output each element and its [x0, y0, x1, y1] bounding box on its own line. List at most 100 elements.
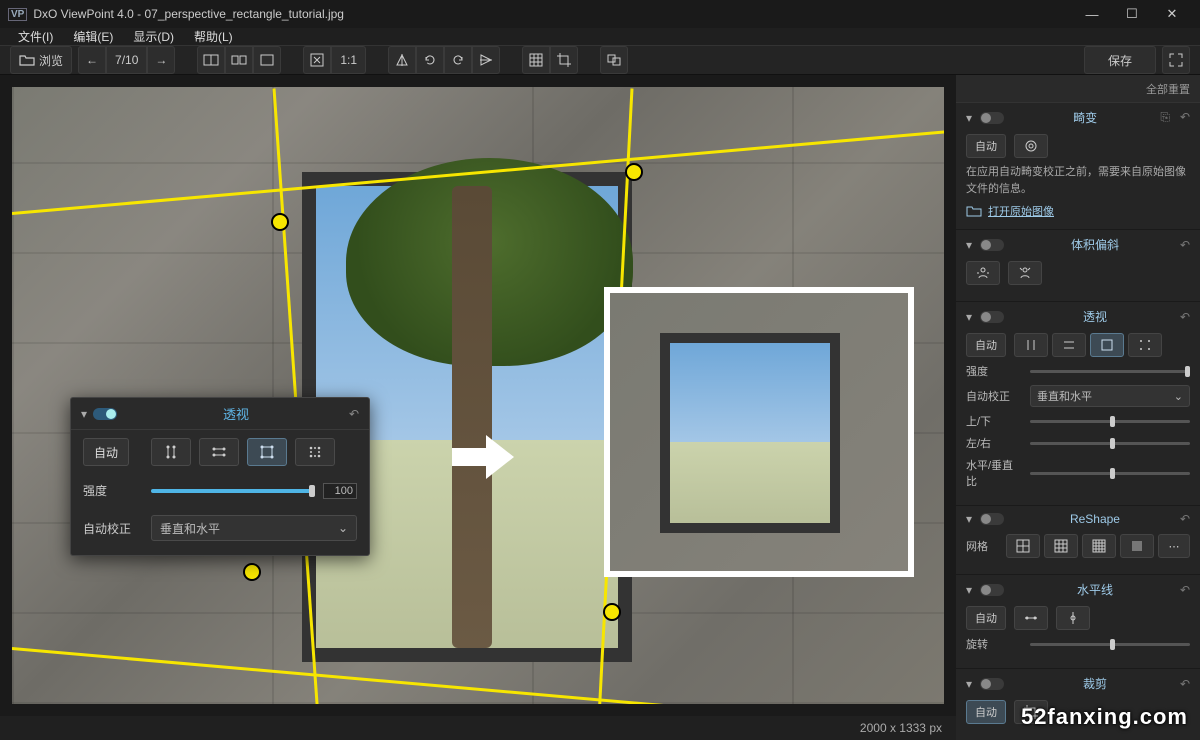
perspective-handle[interactable]	[271, 213, 289, 231]
flip-v-button[interactable]	[472, 46, 500, 74]
perspective-auto-button[interactable]: 自动	[966, 333, 1006, 357]
section-reshape: ▾ ReShape ↶ 网格 ⋯	[956, 506, 1200, 575]
distortion-auto-button[interactable]: 自动	[966, 134, 1006, 158]
chevron-down-icon[interactable]: ▾	[81, 407, 87, 421]
crop-overlay-button[interactable]	[550, 46, 578, 74]
intensity-slider[interactable]	[151, 489, 315, 493]
rotate-ccw-button[interactable]	[416, 46, 444, 74]
menu-help[interactable]: 帮助(L)	[184, 28, 243, 45]
fp-mode-horizontal[interactable]	[199, 438, 239, 466]
chevron-down-icon[interactable]: ▾	[966, 310, 980, 324]
horizon-v-button[interactable]	[1056, 606, 1090, 630]
rotate-cw-icon	[450, 52, 466, 68]
undo-icon[interactable]: ↶	[1180, 110, 1190, 125]
section-toggle[interactable]	[980, 311, 1004, 323]
perspective-handle[interactable]	[603, 603, 621, 621]
panel-toggle[interactable]	[93, 408, 117, 420]
intensity-value[interactable]: 100	[323, 483, 357, 499]
open-original-link[interactable]: 打开原始图像	[966, 203, 1190, 219]
distortion-manual-button[interactable]	[1014, 134, 1048, 158]
menu-edit[interactable]: 编辑(E)	[63, 28, 123, 45]
section-toggle[interactable]	[980, 678, 1004, 690]
app-logo: VP	[8, 8, 27, 21]
chevron-down-icon[interactable]: ▾	[966, 512, 980, 526]
grid-5x5[interactable]	[1082, 534, 1116, 558]
rotate-slider[interactable]	[1030, 643, 1190, 646]
ratio-slider[interactable]	[1030, 472, 1190, 475]
undo-icon[interactable]: ↶	[349, 407, 359, 421]
rotate-cw-button[interactable]	[444, 46, 472, 74]
fp-mode-8point[interactable]	[295, 438, 335, 466]
perspective-handle[interactable]	[625, 163, 643, 181]
image-canvas[interactable]: ▾ 透视 ↶ 自动 强度 100	[12, 87, 944, 704]
preview-image	[610, 293, 908, 571]
crop-auto-button[interactable]: 自动	[966, 700, 1006, 724]
chevron-down-icon[interactable]: ▾	[966, 583, 980, 597]
updown-slider[interactable]	[1030, 420, 1190, 423]
loupe-button[interactable]	[600, 46, 628, 74]
grid-3x3[interactable]	[1044, 534, 1078, 558]
leftright-slider[interactable]	[1030, 442, 1190, 445]
perspective-handle[interactable]	[243, 563, 261, 581]
menu-file[interactable]: 文件(I)	[8, 28, 63, 45]
undo-icon[interactable]: ↶	[1180, 583, 1190, 597]
browse-button[interactable]: 浏览	[10, 46, 72, 74]
copy-icon[interactable]: ⎘	[1160, 110, 1170, 125]
minimize-button[interactable]: ―	[1072, 0, 1112, 28]
fp-mode-vertical[interactable]	[151, 438, 191, 466]
chevron-down-icon[interactable]: ▾	[966, 677, 980, 691]
target-icon	[1023, 138, 1039, 154]
persp-mode-8pt[interactable]	[1128, 333, 1162, 357]
horizon-h-button[interactable]	[1014, 606, 1048, 630]
person-d-icon	[1017, 265, 1033, 281]
section-toggle[interactable]	[980, 584, 1004, 596]
grid-fill[interactable]	[1120, 534, 1154, 558]
chevron-down-icon[interactable]: ▾	[966, 238, 980, 252]
save-button[interactable]: 保存	[1084, 46, 1156, 74]
intensity-label: 强度	[83, 482, 143, 499]
section-toggle[interactable]	[980, 239, 1004, 251]
persp-mode-rect[interactable]	[1090, 333, 1124, 357]
zoom-actual-button[interactable]: 1:1	[331, 46, 366, 74]
persp-mode-v[interactable]	[1014, 333, 1048, 357]
folder-icon	[966, 203, 982, 219]
compare-side-button[interactable]	[225, 46, 253, 74]
intensity-slider[interactable]	[1030, 370, 1190, 373]
section-toggle[interactable]	[980, 513, 1004, 525]
section-volume: ▾ 体积偏斜 ↶	[956, 230, 1200, 302]
next-image-button[interactable]: →	[147, 46, 175, 74]
fp-mode-rectangle[interactable]	[247, 438, 287, 466]
persp-mode-h[interactable]	[1052, 333, 1086, 357]
grid-2x2[interactable]	[1006, 534, 1040, 558]
maximize-button[interactable]: ☐	[1112, 0, 1152, 28]
undo-icon[interactable]: ↶	[1180, 238, 1190, 252]
reset-all-button[interactable]: 全部重置	[1146, 81, 1190, 97]
chevron-down-icon[interactable]: ▾	[966, 111, 980, 125]
autocorrect-value: 垂直和水平	[160, 520, 220, 537]
close-button[interactable]: ✕	[1152, 0, 1192, 28]
fp-auto-button[interactable]: 自动	[83, 438, 129, 466]
autocorrect-label: 自动校正	[966, 388, 1022, 404]
fullscreen-button[interactable]	[1162, 46, 1190, 74]
undo-icon[interactable]: ↶	[1180, 677, 1190, 691]
updown-label: 上/下	[966, 413, 1022, 429]
undo-icon[interactable]: ↶	[1180, 310, 1190, 324]
undo-icon[interactable]: ↶	[1180, 512, 1190, 526]
autocorrect-select[interactable]: 垂直和水平 ⌄	[1030, 385, 1190, 407]
grid-more[interactable]: ⋯	[1158, 534, 1190, 558]
fit-button[interactable]	[303, 46, 331, 74]
prev-image-button[interactable]: ←	[78, 46, 106, 74]
autocorrect-select[interactable]: 垂直和水平 ⌄	[151, 515, 357, 541]
volume-mode-d[interactable]	[1008, 261, 1042, 285]
grid-button[interactable]	[522, 46, 550, 74]
watermark: 52fanxing.com	[1021, 704, 1188, 730]
horizon-auto-button[interactable]: 自动	[966, 606, 1006, 630]
menu-view[interactable]: 显示(D)	[123, 28, 184, 45]
compare-split-button[interactable]	[197, 46, 225, 74]
grid-5-icon	[1091, 538, 1107, 554]
compare-single-button[interactable]	[253, 46, 281, 74]
section-toggle[interactable]	[980, 112, 1004, 124]
flip-h-button[interactable]	[388, 46, 416, 74]
volume-mode-h[interactable]	[966, 261, 1000, 285]
perspective-floating-panel[interactable]: ▾ 透视 ↶ 自动 强度 100	[70, 397, 370, 556]
